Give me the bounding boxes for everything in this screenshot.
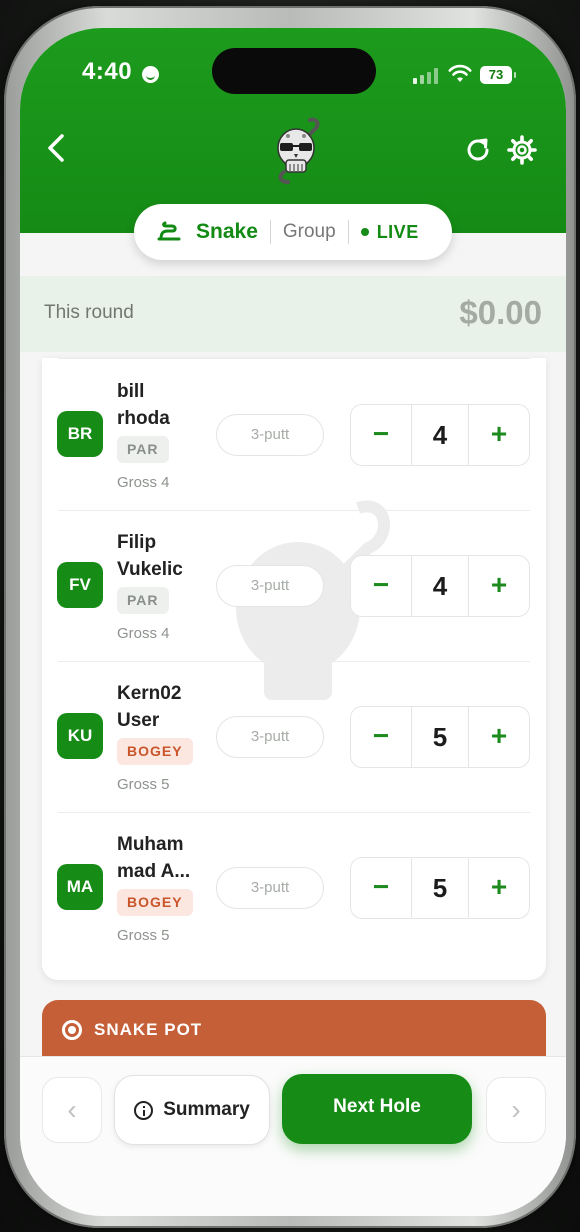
refresh-icon[interactable] (464, 136, 492, 164)
decrement-button[interactable]: − (351, 858, 411, 918)
score-value: 4 (411, 556, 469, 616)
decrement-button[interactable]: − (351, 707, 411, 767)
status-time: 4:40 (82, 58, 133, 85)
score-stepper: − 5 + (350, 857, 530, 919)
previous-hole-button[interactable]: ‹ (42, 1077, 102, 1143)
result-badge: PAR (117, 436, 169, 463)
bottom-action-bar: ‹ Summary Next Hole › (20, 1056, 566, 1216)
pill-divider (347, 220, 349, 244)
next-arrow-button[interactable]: › (486, 1077, 546, 1143)
wifi-icon (448, 64, 472, 82)
player-name: Filip Vukelic (117, 532, 183, 580)
app-header: 4:40 73 (20, 28, 566, 233)
game-mode-pill[interactable]: Snake Group LIVE (134, 204, 452, 260)
result-badge: PAR (117, 587, 169, 614)
gross-score: Gross 4 (117, 474, 170, 491)
player-row: MA Muham mad A... BOGEY Gross 5 3-putt −… (42, 813, 546, 964)
player-row: KU Kern02 User BOGEY Gross 5 3-putt − 5 … (42, 662, 546, 813)
increment-button[interactable]: + (469, 707, 529, 767)
skull-snake-logo (277, 117, 320, 184)
increment-button[interactable]: + (469, 858, 529, 918)
back-arrow-icon[interactable] (42, 130, 72, 166)
summary-label: Summary (163, 1099, 250, 1120)
info-icon (134, 1100, 154, 1120)
pot-title: SNAKE POT (94, 1020, 203, 1039)
game-mode-name: Snake (196, 220, 258, 243)
gear-icon[interactable] (506, 134, 538, 166)
decrement-button[interactable]: − (351, 405, 411, 465)
player-name: Muham mad A... (117, 834, 191, 882)
scope-label: Group (282, 221, 336, 242)
result-badge: BOGEY (117, 738, 193, 765)
score-value: 4 (411, 405, 469, 465)
gross-score: Gross 5 (117, 927, 170, 944)
three-putt-toggle[interactable]: 3-putt (216, 867, 324, 909)
live-dot-icon (360, 228, 369, 236)
next-hole-button[interactable]: Next Hole (282, 1074, 472, 1144)
summary-button[interactable]: Summary (114, 1075, 270, 1145)
player-row: BR bill rhoda PAR Gross 4 3-putt − 4 + (42, 360, 546, 511)
player-row: FV Filip Vukelic PAR Gross 4 3-putt − 4 … (42, 511, 546, 662)
score-stepper: − 4 + (350, 555, 530, 617)
three-putt-toggle[interactable]: 3-putt (216, 716, 324, 758)
app-screen: 4:40 73 This round $0.00 Snake Group LIV… (20, 28, 566, 1216)
score-stepper: − 4 + (350, 404, 530, 466)
increment-button[interactable]: + (469, 405, 529, 465)
avatar: KU (57, 713, 103, 759)
dynamic-island (212, 48, 376, 94)
three-putt-toggle[interactable]: 3-putt (216, 565, 324, 607)
score-stepper: − 5 + (350, 706, 530, 768)
increment-button[interactable]: + (469, 556, 529, 616)
pill-divider (269, 220, 271, 244)
avatar: MA (57, 864, 103, 910)
battery-indicator: 73 (480, 66, 516, 84)
three-putt-toggle[interactable]: 3-putt (216, 414, 324, 456)
avatar: FV (57, 562, 103, 608)
snake-icon (157, 221, 181, 241)
player-name: Kern02 User (117, 683, 182, 731)
score-value: 5 (411, 707, 469, 767)
avatar: BR (57, 411, 103, 457)
divider (58, 358, 530, 359)
live-indicator: LIVE (376, 221, 419, 242)
round-label: This round (44, 302, 134, 323)
gross-score: Gross 4 (117, 625, 170, 642)
signal-icon (413, 68, 439, 84)
phone-frame: 4:40 73 This round $0.00 Snake Group LIV… (4, 6, 576, 1228)
round-amount: $0.00 (459, 294, 542, 331)
score-value: 5 (411, 858, 469, 918)
round-banner: This round $0.00 (20, 276, 566, 352)
players-card: BR bill rhoda PAR Gross 4 3-putt − 4 + F… (42, 358, 546, 980)
gross-score: Gross 5 (117, 776, 170, 793)
smiley-icon (142, 66, 159, 83)
player-name: bill rhoda (117, 381, 170, 429)
result-badge: BOGEY (117, 889, 193, 916)
decrement-button[interactable]: − (351, 556, 411, 616)
target-icon (62, 1020, 82, 1040)
